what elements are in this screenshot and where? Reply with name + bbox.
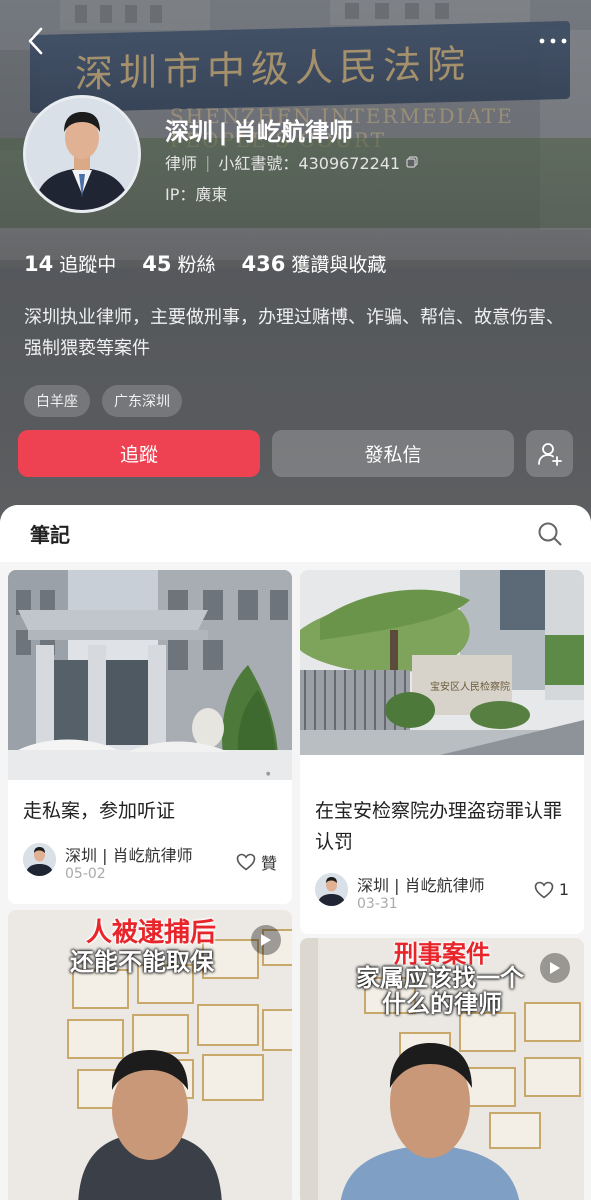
- more-dots-icon: [539, 38, 567, 44]
- note-author-avatar: [23, 843, 56, 876]
- note-date: 05-02: [65, 866, 106, 882]
- search-icon: [538, 522, 562, 545]
- procuratorate-sign: 宝安区人民检察院: [430, 680, 510, 693]
- note-card[interactable]: ● 走私案，参加听证 深圳 | 肖屹航律师 05-02 贊: [8, 570, 292, 904]
- profile-stats: 14 追蹤中 45 粉絲 436 獲讚與收藏: [24, 250, 386, 277]
- heart-icon: [534, 881, 554, 899]
- copy-icon[interactable]: [406, 153, 418, 172]
- stat-following-label: 追蹤中: [59, 254, 117, 276]
- like-count: 1: [558, 880, 569, 899]
- profile-tags: 白羊座 广东深圳: [24, 385, 182, 417]
- note-author-name: 深圳 | 肖屹航律师: [65, 846, 193, 865]
- video-overlay-subtitle-line2: 什么的律师: [382, 991, 502, 1018]
- chevron-left-icon: [28, 27, 43, 55]
- profile-id: 小紅書號：4309672241: [218, 154, 401, 173]
- profile-role: 律师: [165, 154, 198, 173]
- profile-header: 深圳市中级人民法院 SHENZHEN INTERMEDIATE PEOPLE'S…: [0, 0, 591, 560]
- stat-likes-label: 獲讚與收藏: [291, 254, 387, 276]
- back-button[interactable]: [18, 22, 52, 60]
- stat-likes-count: 436: [241, 252, 286, 276]
- notes-panel: 筆記 ● 走私案，参加听证 深圳 | 肖屹航律师 05-02 贊 宝安区人民检察…: [0, 505, 591, 1200]
- lawyer-portrait: [26, 98, 138, 210]
- note-card[interactable]: 刑事案件 家属应该找一个 什么的律师: [300, 938, 584, 1200]
- heart-icon: [236, 853, 256, 871]
- svg-text:●: ●: [266, 771, 271, 777]
- stat-following[interactable]: 14 追蹤中: [24, 250, 116, 277]
- note-author-avatar: [315, 873, 348, 906]
- stat-followers-label: 粉絲: [177, 254, 216, 276]
- like-button[interactable]: 贊: [236, 850, 277, 874]
- note-title: 走私案，参加听证: [23, 800, 176, 822]
- note-card[interactable]: 宝安区人民检察院 在宝安检察院办理盗窃罪认罪认罚 深圳 | 肖屹航律师 03-3…: [300, 570, 584, 934]
- note-author-name: 深圳 | 肖屹航律师: [357, 876, 485, 895]
- stat-likes[interactable]: 436 獲讚與收藏: [242, 250, 387, 277]
- add-user-icon: [537, 442, 562, 466]
- profile-avatar[interactable]: [23, 95, 141, 213]
- tab-notes[interactable]: 筆記: [30, 519, 70, 548]
- play-icon[interactable]: [540, 953, 570, 983]
- meta-divider: |: [205, 152, 211, 172]
- like-button[interactable]: 1: [534, 880, 569, 899]
- like-count: 贊: [260, 854, 277, 873]
- profile-ip: IP：廣東: [165, 185, 228, 204]
- more-button[interactable]: [533, 26, 573, 56]
- note-cover-image: 宝安区人民检察院: [300, 570, 584, 780]
- follow-button[interactable]: 追蹤: [18, 430, 260, 477]
- tag-location: 广东深圳: [102, 385, 182, 417]
- note-card[interactable]: 人被逮捕后 还能不能取保: [8, 910, 292, 1200]
- court-sign-text: 深圳市中级人民法院: [75, 41, 472, 97]
- note-title: 在宝安检察院办理盗窃罪认罪认罚: [315, 800, 563, 853]
- stat-followers-count: 45: [142, 252, 172, 276]
- notes-header: 筆記: [0, 505, 591, 562]
- play-icon[interactable]: [251, 925, 281, 955]
- video-overlay-subtitle: 还能不能取保: [70, 949, 214, 976]
- profile-actions: 追蹤 發私信: [18, 430, 573, 477]
- search-button[interactable]: [535, 519, 565, 549]
- profile-name: 深圳 | 肖屹航律师: [165, 119, 354, 146]
- stat-following-count: 14: [24, 252, 54, 276]
- add-friend-button[interactable]: [526, 430, 573, 477]
- tag-zodiac: 白羊座: [24, 385, 90, 417]
- profile-meta: 律师 | 小紅書號：4309672241: [165, 150, 418, 174]
- stat-followers[interactable]: 45 粉絲: [142, 250, 215, 277]
- message-button[interactable]: 發私信: [272, 430, 514, 477]
- note-date: 03-31: [357, 896, 398, 912]
- profile-bio: 深圳执业律师，主要做刑事，办理过赌博、诈骗、帮信、故意伤害、强制猥亵等案件: [24, 307, 564, 359]
- note-cover-image: ●: [8, 570, 292, 780]
